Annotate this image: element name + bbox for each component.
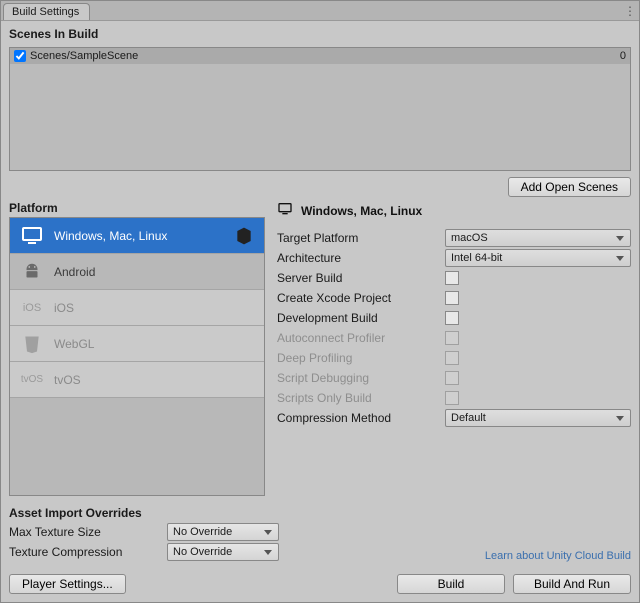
dev-build-checkbox[interactable] bbox=[445, 311, 459, 325]
platform-list: Windows, Mac, Linux Android iOS iOS bbox=[9, 217, 265, 496]
target-platform-select[interactable]: macOS bbox=[445, 229, 631, 247]
ios-icon: iOS bbox=[20, 296, 44, 320]
tex-compression-select[interactable]: No Override bbox=[167, 543, 279, 561]
cloud-build-link[interactable]: Learn about Unity Cloud Build bbox=[485, 550, 631, 562]
deep-profiling-checkbox bbox=[445, 351, 459, 365]
platform-label: tvOS bbox=[54, 373, 81, 387]
platform-label: Android bbox=[54, 265, 95, 279]
build-button[interactable]: Build bbox=[397, 574, 505, 594]
asset-overrides-title: Asset Import Overrides bbox=[9, 506, 279, 520]
autoconnect-label: Autoconnect Profiler bbox=[277, 331, 445, 345]
max-texture-select[interactable]: No Override bbox=[167, 523, 279, 541]
webgl-icon bbox=[20, 332, 44, 356]
platform-item-tvos[interactable]: tvOS tvOS bbox=[10, 362, 264, 398]
scenes-list: Scenes/SampleScene 0 bbox=[9, 47, 631, 171]
tab-build-settings[interactable]: Build Settings bbox=[3, 3, 90, 20]
right-panel-title: Windows, Mac, Linux bbox=[301, 204, 422, 218]
dev-build-label: Development Build bbox=[277, 311, 445, 325]
kebab-menu-icon[interactable]: ⋮ bbox=[621, 4, 639, 18]
platform-item-android[interactable]: Android bbox=[10, 254, 264, 290]
android-icon bbox=[20, 260, 44, 284]
max-texture-label: Max Texture Size bbox=[9, 525, 167, 539]
architecture-select[interactable]: Intel 64-bit bbox=[445, 249, 631, 267]
add-open-scenes-button[interactable]: Add Open Scenes bbox=[508, 177, 631, 197]
platform-label: WebGL bbox=[54, 337, 94, 351]
monitor-icon bbox=[277, 201, 293, 220]
player-settings-button[interactable]: Player Settings... bbox=[9, 574, 126, 594]
server-build-checkbox[interactable] bbox=[445, 271, 459, 285]
platform-label: iOS bbox=[54, 301, 74, 315]
platform-label: Windows, Mac, Linux bbox=[54, 229, 167, 243]
platform-item-ios[interactable]: iOS iOS bbox=[10, 290, 264, 326]
unity-icon bbox=[234, 226, 254, 246]
autoconnect-checkbox bbox=[445, 331, 459, 345]
deep-profiling-label: Deep Profiling bbox=[277, 351, 445, 365]
scenes-in-build-title: Scenes In Build bbox=[9, 27, 631, 41]
scripts-only-checkbox bbox=[445, 391, 459, 405]
tab-bar: Build Settings ⋮ bbox=[1, 1, 639, 21]
right-panel-header: Windows, Mac, Linux bbox=[277, 201, 631, 220]
tab-label: Build Settings bbox=[12, 6, 79, 18]
compression-label: Compression Method bbox=[277, 411, 445, 425]
create-xcode-label: Create Xcode Project bbox=[277, 291, 445, 305]
scene-index: 0 bbox=[620, 50, 626, 62]
platform-item-webgl[interactable]: WebGL bbox=[10, 326, 264, 362]
tex-compression-label: Texture Compression bbox=[9, 545, 167, 559]
script-debug-label: Script Debugging bbox=[277, 371, 445, 385]
architecture-label: Architecture bbox=[277, 251, 445, 265]
platform-title: Platform bbox=[9, 201, 265, 215]
scene-checkbox[interactable] bbox=[14, 50, 26, 62]
tvos-icon: tvOS bbox=[20, 368, 44, 392]
scripts-only-label: Scripts Only Build bbox=[277, 391, 445, 405]
scene-row[interactable]: Scenes/SampleScene 0 bbox=[10, 48, 630, 64]
build-and-run-button[interactable]: Build And Run bbox=[513, 574, 631, 594]
platform-item-standalone[interactable]: Windows, Mac, Linux bbox=[10, 218, 264, 254]
scene-path: Scenes/SampleScene bbox=[30, 50, 138, 62]
target-platform-label: Target Platform bbox=[277, 231, 445, 245]
monitor-icon bbox=[20, 224, 44, 248]
server-build-label: Server Build bbox=[277, 271, 445, 285]
create-xcode-checkbox[interactable] bbox=[445, 291, 459, 305]
script-debug-checkbox bbox=[445, 371, 459, 385]
compression-select[interactable]: Default bbox=[445, 409, 631, 427]
